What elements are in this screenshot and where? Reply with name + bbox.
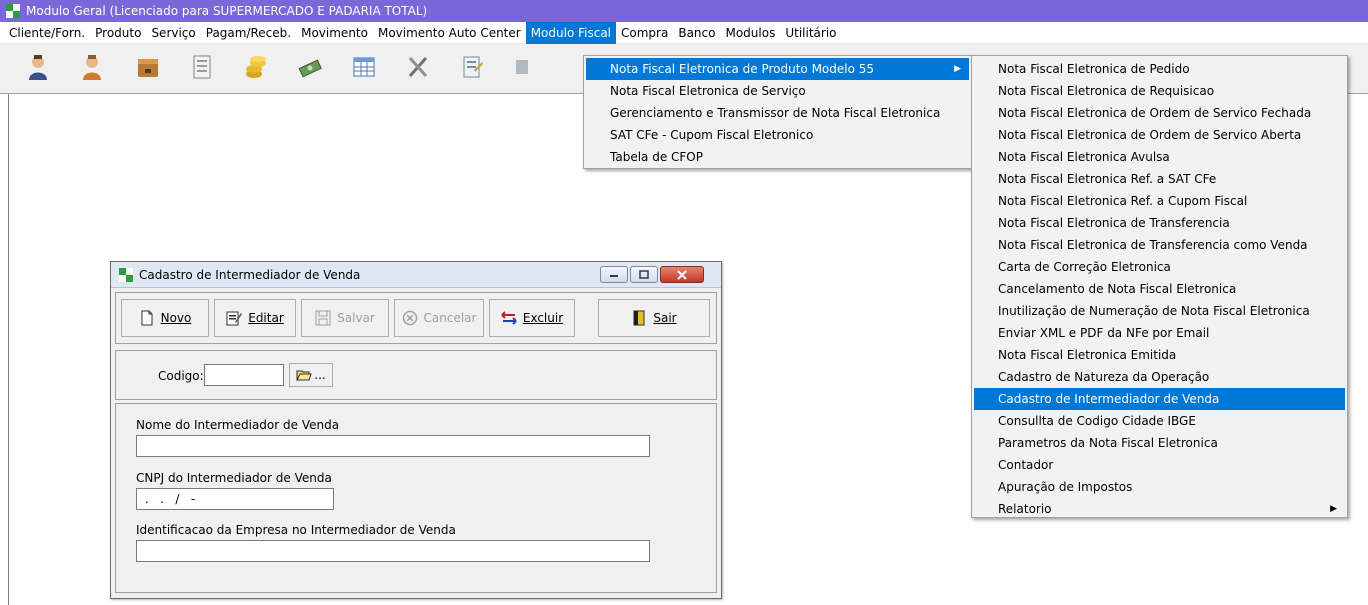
spreadsheet-icon[interactable] [352,54,376,80]
identificacao-input[interactable] [136,540,650,562]
submenu-item[interactable]: Nota Fiscal Eletronica de Ordem de Servi… [974,102,1345,124]
save-disk-icon [315,310,331,326]
submenu-item[interactable]: Carta de Correção Eletronica [974,256,1345,278]
nome-label: Nome do Intermediador de Venda [136,418,340,432]
codigo-label: Codigo: [158,369,204,383]
cancelar-button[interactable]: Cancelar [394,299,484,337]
menu-movimento-auto-center[interactable]: Movimento Auto Center [373,22,526,44]
submenu-item[interactable]: Nota Fiscal Eletronica Ref. a SAT CFe [974,168,1345,190]
calculator-icon[interactable] [510,54,534,80]
close-icon [677,269,687,280]
submenu-item[interactable]: Apuração de Impostos [974,476,1345,498]
menu-banco[interactable]: Banco [673,22,720,44]
editar-button[interactable]: Editar [214,299,296,337]
menu-produto[interactable]: Produto [90,22,146,44]
submenu-item[interactable]: Nota Fiscal Eletronica Avulsa [974,146,1345,168]
cancel-icon [402,310,418,326]
cadastro-intermediador-dialog: Cadastro de Intermediador de Venda Novo … [110,261,722,599]
minimize-button[interactable] [600,266,628,283]
submenu-item[interactable]: Nota Fiscal Eletronica de Pedido [974,58,1345,80]
dialog-titlebar: Cadastro de Intermediador de Venda [111,262,721,288]
dialog-logo-icon [119,267,133,282]
minimize-icon [610,274,618,277]
identificacao-label: Identificacao da Empresa no Intermediado… [136,523,456,537]
tools-icon[interactable] [406,54,430,80]
codigo-section: Codigo: ... [115,350,717,400]
cnpj-input[interactable]: . . / - [136,488,334,510]
money-icon[interactable] [298,54,322,80]
submenu-item[interactable]: Nota Fiscal Eletronica Ref. a Cupom Fisc… [974,190,1345,212]
submenu-item[interactable]: Nota Fiscal Eletronica de Ordem de Servi… [974,124,1345,146]
coins-icon[interactable] [244,54,268,80]
edit-icon [226,310,243,326]
submenu-item-relatorio[interactable]: Relatorio ▶ [974,498,1345,520]
submenu-item[interactable]: Inutilização de Numeração de Nota Fiscal… [974,300,1345,322]
client-person-icon[interactable] [26,54,50,80]
intermediador-fields-section: Nome do Intermediador de Venda CNPJ do I… [115,403,717,593]
submenu-arrow-icon: ▶ [954,64,961,74]
menu-item-nfe-produto-modelo-55[interactable]: Nota Fiscal Eletronica de Produto Modelo… [586,58,969,80]
menu-servico[interactable]: Serviço [146,22,200,44]
menu-modulo-fiscal[interactable]: Modulo Fiscal [525,21,617,44]
new-document-icon [139,310,155,326]
menubar: Cliente/Forn. Produto Serviço Pagam/Rece… [0,21,1368,44]
submenu-item[interactable]: Cancelamento de Nota Fiscal Eletronica [974,278,1345,300]
salvar-button[interactable]: Salvar [301,299,389,337]
menu-item-gerenciamento-transmissor[interactable]: Gerenciamento e Transmissor de Nota Fisc… [586,102,969,124]
delete-arrows-icon [501,310,517,326]
exit-door-icon [631,310,647,326]
maximize-icon [639,270,649,279]
menu-movimento[interactable]: Movimento [296,22,373,44]
app-logo-icon [6,4,20,18]
left-divider [8,94,9,605]
menu-modulos[interactable]: Modulos [720,22,780,44]
nfe-modelo-55-submenu: Nota Fiscal Eletronica de Pedido Nota Fi… [971,55,1348,518]
document-icon[interactable] [190,54,214,80]
submenu-item[interactable]: Nota Fiscal Eletronica de Transferencia [974,212,1345,234]
codigo-input[interactable] [204,364,284,386]
menu-item-sat-cfe[interactable]: SAT CFe - Cupom Fiscal Eletronico [586,124,969,146]
submenu-item[interactable]: Enviar XML e PDF da NFe por Email [974,322,1345,344]
cnpj-label: CNPJ do Intermediador de Venda [136,471,332,485]
menu-item-tabela-cfop[interactable]: Tabela de CFOP [586,146,969,168]
menu-compra[interactable]: Compra [616,22,673,44]
product-box-icon[interactable] [136,54,160,80]
supplier-person-icon[interactable] [80,54,104,80]
window-titlebar: Modulo Geral (Licenciado para SUPERMERCA… [0,0,1368,22]
submenu-arrow-icon: ▶ [1330,504,1337,514]
nome-input[interactable] [136,435,650,457]
window-title: Modulo Geral (Licenciado para SUPERMERCA… [26,4,428,18]
open-folder-icon [296,370,312,381]
notepad-icon[interactable] [460,54,484,80]
submenu-item-cadastro-intermediador[interactable]: Cadastro de Intermediador de Venda [974,388,1345,410]
submenu-item[interactable]: Cadastro de Natureza da Operação [974,366,1345,388]
menu-item-nfe-servico[interactable]: Nota Fiscal Eletronica de Serviço [586,80,969,102]
novo-button[interactable]: Novo [121,299,209,337]
submenu-item[interactable]: Parametros da Nota Fiscal Eletronica [974,432,1345,454]
codigo-search-button[interactable]: ... [289,363,333,387]
menu-pagam-receb[interactable]: Pagam/Receb. [201,22,296,44]
menu-cliente-forn[interactable]: Cliente/Forn. [4,22,90,44]
submenu-item[interactable]: Nota Fiscal Eletronica de Requisicao [974,80,1345,102]
submenu-item[interactable]: Consullta de Codigo Cidade IBGE [974,410,1345,432]
dialog-title: Cadastro de Intermediador de Venda [139,267,361,282]
modulo-fiscal-menu: Nota Fiscal Eletronica de Produto Modelo… [583,55,972,169]
close-button[interactable] [660,266,704,283]
submenu-item[interactable]: Contador [974,454,1345,476]
sair-button[interactable]: Sair [598,299,710,337]
maximize-button[interactable] [630,266,658,283]
excluir-button[interactable]: Excluir [489,299,575,337]
menu-utilitario[interactable]: Utilitário [780,22,841,44]
submenu-item[interactable]: Nota Fiscal Eletronica Emitida [974,344,1345,366]
submenu-item[interactable]: Nota Fiscal Eletronica de Transferencia … [974,234,1345,256]
dialog-button-bar: Novo Editar Salvar Cancelar Excluir Sair [115,292,717,344]
